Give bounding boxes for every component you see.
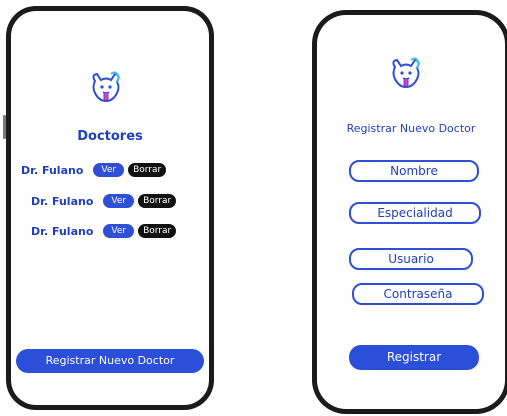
mockup-stage: Doctores Dr. Fulano Ver Borrar Dr. Fulan… <box>0 0 507 416</box>
register-new-doctor-button[interactable]: Registrar Nuevo Doctor <box>16 349 204 373</box>
doctor-name: Dr. Fulano <box>31 224 94 238</box>
delete-button[interactable]: Borrar <box>138 194 177 208</box>
specialty-field[interactable]: Especialidad <box>349 202 481 224</box>
dog-logo-icon <box>89 71 123 107</box>
register-screen: Registrar Nuevo Doctor Nombre Especialid… <box>317 15 505 409</box>
doctor-row: Dr. Fulano Ver Borrar <box>31 222 177 240</box>
name-field[interactable]: Nombre <box>349 160 479 182</box>
doctor-name: Dr. Fulano <box>31 194 94 208</box>
doctor-row: Dr. Fulano Ver Borrar <box>21 161 167 179</box>
view-button[interactable]: Ver <box>103 194 135 208</box>
page-title: Registrar Nuevo Doctor <box>346 122 476 135</box>
page-title: Doctores <box>77 129 143 144</box>
delete-button[interactable]: Borrar <box>138 224 177 238</box>
doctor-row: Dr. Fulano Ver Borrar <box>31 192 177 210</box>
phone-register: Registrar Nuevo Doctor Nombre Especialid… <box>312 10 507 414</box>
view-button[interactable]: Ver <box>103 224 135 238</box>
username-field[interactable]: Usuario <box>349 248 473 270</box>
phone-doctors: Doctores Dr. Fulano Ver Borrar Dr. Fulan… <box>6 6 214 410</box>
delete-button[interactable]: Borrar <box>128 163 167 177</box>
doctor-name: Dr. Fulano <box>21 163 84 177</box>
register-submit-button[interactable]: Registrar <box>349 345 479 370</box>
dog-logo-icon <box>389 57 423 93</box>
password-field[interactable]: Contraseña <box>352 283 484 305</box>
doctors-screen: Doctores Dr. Fulano Ver Borrar Dr. Fulan… <box>11 11 209 405</box>
view-button[interactable]: Ver <box>93 163 125 177</box>
